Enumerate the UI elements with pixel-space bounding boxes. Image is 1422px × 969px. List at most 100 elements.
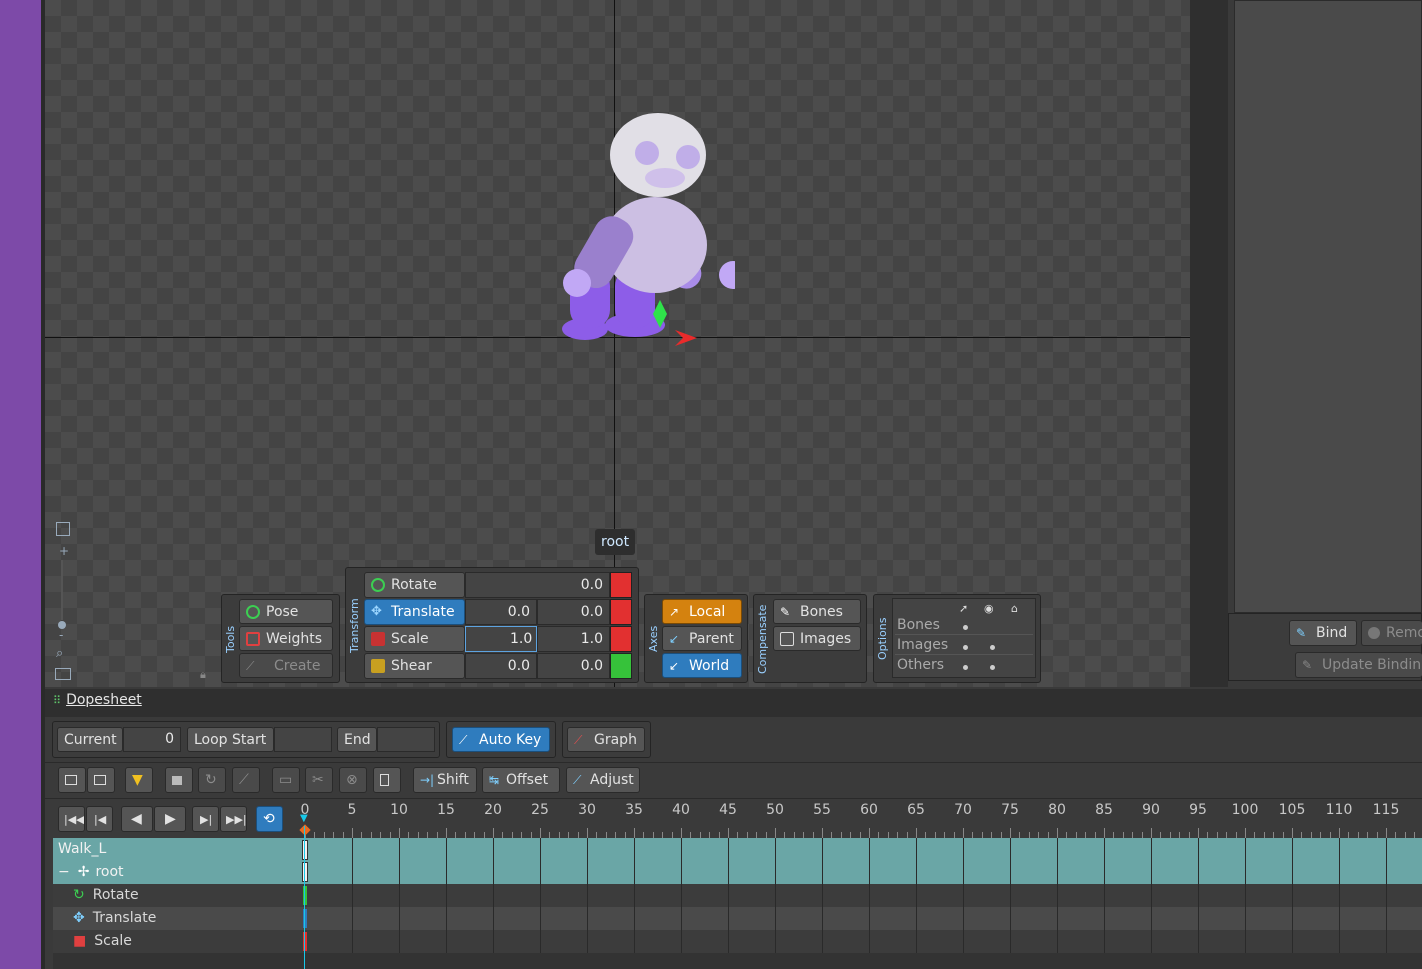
ruler-label: 65 — [907, 802, 925, 818]
prev-key-icon[interactable]: |◀ — [86, 806, 113, 832]
playhead-marker[interactable]: ▼ — [300, 814, 310, 824]
scale-y-field[interactable]: 1.0 — [537, 626, 610, 652]
zoom-in-icon[interactable]: + — [59, 544, 69, 558]
rotate-button[interactable]: Rotate — [364, 572, 465, 598]
options-divider — [895, 654, 1033, 655]
bone-name: root — [95, 864, 124, 880]
copy-keys-icon[interactable] — [58, 767, 86, 793]
weights-icon — [246, 631, 260, 646]
bind-button[interactable]: ✎ Bind — [1289, 620, 1357, 646]
loop-start-field[interactable] — [274, 727, 332, 752]
ruler-label: 5 — [347, 802, 357, 818]
options-others-visible-dot[interactable] — [990, 665, 995, 670]
local-axes-button[interactable]: ↗ Local — [662, 599, 742, 624]
filter-icon[interactable]: ▼ — [125, 767, 153, 793]
key-walk-l-frame0[interactable] — [302, 840, 308, 860]
ruler-tick — [1151, 828, 1152, 838]
translate-track-icon: ✥ — [73, 910, 85, 926]
duplicate-keys-icon[interactable] — [87, 767, 115, 793]
shear-key-button[interactable] — [610, 653, 632, 679]
shift-button[interactable]: →| Shift — [413, 767, 477, 793]
weights-button[interactable]: Weights — [239, 626, 333, 651]
play-forward-icon[interactable]: ▶ — [154, 806, 186, 832]
scale-icon — [371, 632, 385, 646]
rotate-key-button[interactable] — [610, 572, 632, 598]
rotate-icon — [371, 578, 385, 592]
translate-x-field[interactable]: 0.0 — [465, 599, 537, 625]
options-others-select-dot[interactable] — [963, 665, 968, 670]
play-backward-icon[interactable]: ◀ — [121, 806, 153, 832]
tag-icon: ⌂ — [1011, 602, 1018, 615]
lock-icon[interactable]: 🔒︎ — [200, 668, 206, 682]
graph-button[interactable]: ⟋ Graph — [567, 727, 645, 752]
ruler-label: 80 — [1048, 802, 1066, 818]
shear-x-field[interactable]: 0.0 — [465, 653, 537, 679]
magnify-icon[interactable]: ⌕ — [56, 646, 63, 661]
current-label: Current — [57, 727, 123, 752]
offset-button[interactable]: ↹ Offset — [482, 767, 560, 793]
key-root-frame0[interactable] — [302, 862, 308, 882]
loop-playback-icon[interactable]: ⟲ — [256, 806, 283, 832]
translate-x-gizmo[interactable] — [675, 330, 697, 346]
ruler-tick — [681, 828, 682, 838]
translate-y-field[interactable]: 0.0 — [537, 599, 610, 625]
timeline-gridline — [822, 838, 823, 953]
translate-icon: ✥ — [371, 604, 382, 619]
end-frame-field[interactable] — [377, 727, 435, 752]
ruler-tick — [1104, 828, 1105, 838]
zoom-out-icon[interactable]: - — [59, 628, 63, 642]
pose-button[interactable]: Pose — [239, 599, 333, 624]
next-key-icon[interactable]: ▶| — [192, 806, 219, 832]
scale-key-button[interactable] — [610, 626, 632, 652]
zoom-slider-track[interactable] — [61, 560, 63, 620]
collapse-icon[interactable]: − — [53, 864, 70, 880]
remove-button[interactable]: Remo — [1361, 620, 1422, 646]
tab-dopesheet[interactable]: ⠿ Dopesheet — [53, 692, 142, 708]
options-images-visible-dot[interactable] — [990, 645, 995, 650]
fit-view-icon[interactable] — [55, 668, 71, 680]
update-binding-button[interactable]: ✎ Update Bindin — [1295, 652, 1422, 678]
create-button[interactable]: ⟋ Create — [239, 653, 333, 678]
character-sprite[interactable] — [505, 100, 735, 350]
scale-x-field[interactable]: 1.0 — [465, 626, 537, 652]
timeline-gridline — [352, 838, 353, 953]
frame-icon[interactable] — [56, 522, 70, 536]
dopesheet-tabbar — [45, 689, 1422, 717]
adjust-button[interactable]: ⟋ Adjust — [566, 767, 640, 793]
options-bones-select-dot[interactable] — [963, 625, 968, 630]
axes-section-label: Axes — [647, 625, 660, 653]
ruler-label: 50 — [766, 802, 784, 818]
options-images-select-dot[interactable] — [963, 645, 968, 650]
right-eye — [676, 145, 700, 169]
translate-button[interactable]: ✥ Translate — [364, 599, 465, 625]
last-frame-icon[interactable]: ▶▶| — [220, 806, 247, 832]
curve-icon[interactable]: ⟋ — [232, 767, 260, 793]
timeline-ruler[interactable]: 0 5 10 15 20 25 30 35 40 45 50 55 60 65 70 75 80 85 90 95 10… — [300, 800, 1422, 838]
compensate-images-button[interactable]: Images — [773, 626, 861, 651]
translate-key-button[interactable] — [610, 599, 632, 625]
ruler-label: 20 — [484, 802, 502, 818]
lock-keys-icon[interactable] — [165, 767, 193, 793]
delete-icon[interactable]: ⊗ — [339, 767, 367, 793]
shear-y-field[interactable]: 0.0 — [537, 653, 610, 679]
rotate-value-field[interactable]: 0.0 — [465, 572, 610, 598]
auto-key-button[interactable]: ⟋ Auto Key — [452, 727, 550, 752]
cut-icon[interactable]: ✂ — [305, 767, 333, 793]
ruler-tick — [1010, 828, 1011, 838]
bone-tooltip: root — [595, 529, 636, 555]
compensate-bones-button[interactable]: ✎ Bones — [773, 599, 861, 624]
timeline-gridline — [399, 838, 400, 953]
scale-button[interactable]: Scale — [364, 626, 465, 652]
current-frame-field[interactable]: 0 — [123, 727, 181, 752]
options-others-row: Others — [897, 657, 945, 673]
loop-icon[interactable]: ↻ — [198, 767, 226, 793]
parent-axes-button[interactable]: ↙ Parent — [662, 626, 742, 651]
paste-icon[interactable]: ▭ — [272, 767, 300, 793]
shear-button[interactable]: Shear — [364, 653, 465, 679]
first-frame-icon[interactable]: |◀◀ — [58, 806, 85, 832]
world-axes-button[interactable]: ↙ World — [662, 653, 742, 678]
bind-icon: ✎ — [1296, 626, 1307, 640]
clipboard-icon[interactable] — [373, 767, 401, 793]
timeline-gridline — [1104, 838, 1105, 953]
playhead-line — [304, 826, 305, 969]
